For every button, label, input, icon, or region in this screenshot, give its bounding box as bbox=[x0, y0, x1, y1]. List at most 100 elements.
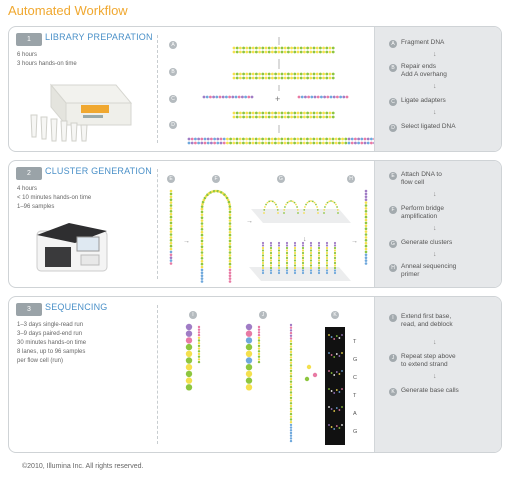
dna-base bbox=[325, 111, 329, 115]
dna-base bbox=[289, 331, 293, 335]
dna-base bbox=[257, 331, 261, 334]
step-item: D Select ligated DNA bbox=[389, 123, 456, 132]
dna-base bbox=[285, 271, 289, 275]
dna-base bbox=[285, 251, 289, 255]
dna-base bbox=[286, 201, 289, 204]
dna-base bbox=[306, 72, 309, 76]
dna-base bbox=[315, 111, 319, 115]
dna-base bbox=[269, 241, 273, 245]
dna-base bbox=[293, 269, 297, 272]
svg-text:→: → bbox=[183, 238, 190, 245]
dna-base bbox=[289, 388, 293, 391]
dna-base bbox=[293, 115, 297, 119]
dna-base bbox=[293, 201, 296, 204]
dna-base bbox=[289, 367, 293, 370]
dna-base bbox=[232, 141, 236, 145]
dna-base bbox=[228, 280, 232, 283]
dna-base bbox=[309, 111, 313, 115]
dna-base bbox=[200, 236, 204, 240]
dna-base bbox=[258, 115, 261, 119]
dna-base bbox=[277, 256, 281, 260]
dna-base bbox=[309, 249, 313, 252]
dna-base bbox=[287, 46, 290, 50]
dna-base bbox=[197, 358, 201, 361]
dna-base bbox=[301, 249, 305, 252]
dna-base bbox=[307, 95, 310, 99]
dna-base bbox=[216, 137, 220, 141]
dna-base bbox=[336, 206, 338, 208]
dna-base bbox=[210, 137, 213, 141]
dna-base bbox=[228, 207, 232, 211]
dna-base bbox=[342, 95, 346, 99]
dna-base bbox=[296, 137, 300, 141]
dna-base bbox=[244, 95, 247, 99]
dna-base bbox=[248, 72, 252, 76]
dna-base bbox=[289, 410, 293, 413]
dna-base bbox=[270, 200, 272, 202]
dna-base bbox=[269, 249, 273, 252]
dna-base bbox=[263, 208, 266, 211]
dna-base bbox=[289, 429, 293, 432]
dna-base bbox=[289, 434, 293, 437]
dna-base bbox=[261, 111, 265, 115]
dna-base bbox=[254, 137, 258, 141]
dna-base bbox=[235, 141, 239, 145]
dna-base bbox=[257, 328, 261, 331]
dna-base bbox=[228, 242, 232, 246]
dna-base bbox=[325, 141, 328, 145]
dna-base bbox=[200, 205, 204, 208]
dna-base bbox=[325, 203, 327, 206]
dna-base bbox=[364, 244, 368, 248]
step-text: Fragment DNA bbox=[401, 39, 445, 46]
step-badge: A bbox=[389, 40, 397, 48]
dna-base bbox=[322, 111, 325, 115]
dna-base bbox=[255, 72, 258, 76]
dna-base bbox=[210, 141, 213, 145]
dna-base bbox=[325, 76, 329, 80]
dna-base bbox=[255, 46, 258, 50]
dna-base bbox=[261, 241, 265, 245]
dna-base bbox=[222, 141, 226, 145]
dna-base bbox=[323, 95, 326, 99]
dna-base bbox=[200, 242, 204, 246]
dna-base bbox=[264, 76, 268, 80]
dna-base bbox=[245, 350, 253, 357]
dna-base bbox=[228, 274, 232, 277]
base-call: A bbox=[353, 411, 357, 417]
dna-base bbox=[200, 265, 204, 269]
dna-base bbox=[274, 137, 277, 141]
dna-base bbox=[200, 257, 204, 260]
dna-base bbox=[200, 207, 204, 211]
dna-base bbox=[289, 369, 293, 373]
dna-base bbox=[341, 352, 343, 354]
dna-base bbox=[277, 141, 280, 145]
dna-base bbox=[277, 251, 281, 255]
dna-base bbox=[334, 137, 338, 141]
dna-base bbox=[357, 141, 360, 145]
dna-base bbox=[338, 137, 341, 141]
dna-base bbox=[364, 189, 368, 193]
dna-base bbox=[308, 200, 311, 203]
dna-base bbox=[328, 137, 332, 141]
dna-base bbox=[245, 137, 248, 141]
dna-base bbox=[263, 212, 265, 214]
dna-base bbox=[315, 50, 319, 54]
dna-base bbox=[301, 246, 305, 250]
dna-base bbox=[338, 373, 341, 375]
dna-base bbox=[305, 203, 307, 206]
dna-base bbox=[185, 350, 193, 357]
step-label: B bbox=[169, 68, 177, 76]
dna-base bbox=[331, 76, 335, 80]
dna-base bbox=[300, 95, 304, 99]
dna-base bbox=[302, 137, 306, 141]
dna-base bbox=[197, 344, 201, 348]
step-text: Select ligated DNA bbox=[401, 123, 456, 130]
dna-base bbox=[232, 111, 236, 115]
dna-base bbox=[317, 271, 321, 275]
dna-base bbox=[293, 137, 296, 141]
dna-base bbox=[328, 141, 332, 145]
dna-base bbox=[257, 325, 261, 329]
dna-base bbox=[333, 254, 337, 257]
dna-base bbox=[242, 115, 245, 119]
dna-base bbox=[197, 336, 201, 339]
